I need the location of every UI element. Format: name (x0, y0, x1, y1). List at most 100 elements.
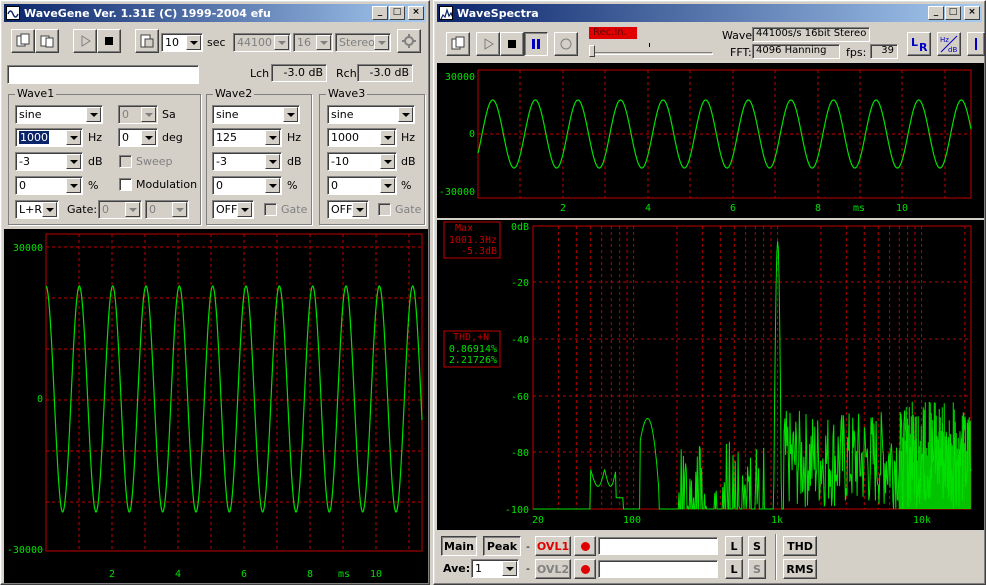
wave3-gate-checkbox[interactable] (378, 203, 391, 216)
wave2-level-input[interactable]: -3 (212, 152, 282, 171)
wave1-sa-select[interactable]: 0 (118, 105, 158, 124)
record-left-button[interactable] (574, 536, 596, 556)
max-level: -5.3dB (461, 246, 497, 257)
wavegene-titlebar[interactable]: WaveGene Ver. 1.31E (C) 1999-2004 efu _ … (4, 4, 426, 22)
bits-select[interactable]: 16 (293, 33, 333, 52)
minimize-icon[interactable]: _ (928, 6, 944, 20)
wave1-gate-off-select[interactable]: 0 (145, 200, 189, 219)
chevron-down-icon (274, 35, 289, 50)
wave3-switch-select[interactable]: OFF (327, 200, 369, 219)
ovl2-button[interactable]: OVL2 (535, 559, 571, 579)
hz-db-icon: Hz dB (940, 35, 957, 54)
ovl1-button[interactable]: OVL1 (535, 536, 571, 556)
x-tick-label: 1k (771, 515, 783, 526)
slider-thumb[interactable] (589, 45, 595, 57)
minimize-icon[interactable]: _ (372, 6, 388, 20)
wave1-freq-input[interactable]: 1000 (15, 128, 83, 147)
wave3-title: Wave3 (326, 87, 368, 100)
play-button[interactable] (73, 29, 97, 53)
wave1-channel-select[interactable]: L+R (15, 200, 59, 219)
settings-button[interactable] (967, 32, 985, 56)
save-file-left-input[interactable] (598, 537, 718, 555)
right-l-button[interactable]: L (725, 559, 743, 579)
pause-button[interactable] (524, 32, 548, 56)
play-button[interactable] (476, 32, 500, 56)
x-tick-label: 4 (175, 569, 181, 580)
spectrum-display[interactable]: 0dB -20 -40 -60 -80 -100 20 100 1k 10k M… (437, 220, 984, 530)
wave1-offset-input[interactable]: 0 (15, 176, 83, 195)
copy-settings-button[interactable] (11, 29, 35, 53)
record-button[interactable] (554, 32, 578, 56)
wavespectra-app-icon (439, 6, 453, 20)
settings-button[interactable] (397, 29, 421, 53)
x-tick-label: 2 (560, 203, 566, 214)
ave-select[interactable]: 1 (471, 559, 519, 578)
chevron-down-icon (265, 178, 280, 193)
wave1-phase-input[interactable]: 0 (118, 128, 158, 147)
chevron-down-icon (502, 561, 517, 576)
wave1-modulation-checkbox[interactable] (119, 178, 132, 191)
wave1-type-select[interactable]: sine (15, 105, 103, 124)
thd-value: 0.86914% (449, 344, 497, 355)
maximize-icon[interactable]: □ (389, 6, 405, 20)
play-icon (81, 35, 91, 47)
filename-input[interactable] (7, 65, 199, 84)
main-button[interactable]: Main (441, 536, 477, 556)
wave2-title: Wave2 (213, 87, 255, 100)
chevron-down-icon (237, 202, 252, 217)
wave3-offset-input[interactable]: 0 (327, 176, 397, 195)
record-right-button[interactable] (574, 559, 596, 579)
left-l-button[interactable]: L (725, 536, 743, 556)
wave1-level-input[interactable]: -3 (15, 152, 83, 171)
maximize-icon[interactable]: □ (945, 6, 961, 20)
copy-button[interactable] (446, 32, 470, 56)
lch-label: Lch (250, 67, 270, 80)
save-file-button[interactable] (135, 29, 159, 53)
wave1-gate-on-select[interactable]: 0 (98, 200, 142, 219)
y-tick-label: 0dB (511, 222, 529, 233)
wavegene-trace (45, 285, 423, 513)
chevron-down-icon (380, 178, 395, 193)
y-tick-label: -40 (511, 335, 529, 346)
chevron-down-icon (380, 154, 395, 169)
wavespectra-scope-plot: 30000 0 -30000 2 4 6 8 ms 10 (439, 69, 972, 214)
left-s-button[interactable]: S (748, 536, 766, 556)
y-tick-label: 30000 (445, 72, 475, 83)
paste-settings-button[interactable] (35, 29, 59, 53)
channels-select[interactable]: Stereo (335, 33, 391, 52)
wave2-gate-checkbox[interactable] (264, 203, 277, 216)
stop-button[interactable] (500, 32, 524, 56)
sample-rate-select[interactable]: 44100 (233, 33, 291, 52)
wavespectra-oscilloscope[interactable]: 30000 0 -30000 2 4 6 8 ms 10 (437, 63, 984, 218)
rms-button[interactable]: RMS (783, 559, 817, 579)
wave3-freq-input[interactable]: 1000 (327, 128, 397, 147)
paste-icon (40, 35, 54, 48)
wave3-level-input[interactable]: -10 (327, 152, 397, 171)
x-tick-label: 2 (109, 569, 115, 580)
peak-button[interactable]: Peak (483, 536, 521, 556)
close-icon[interactable]: × (408, 6, 424, 20)
wave2-switch-select[interactable]: OFF (212, 200, 254, 219)
chevron-down-icon (86, 107, 101, 122)
rec-level-slider[interactable] (589, 43, 713, 57)
x-tick-label: 10k (913, 515, 931, 526)
wave3-gate-label: Gate (395, 203, 422, 216)
wave2-freq-input[interactable]: 125 (212, 128, 282, 147)
duration-select[interactable]: 10 (161, 33, 203, 52)
wave3-type-select[interactable]: sine (327, 105, 415, 124)
wave2-offset-input[interactable]: 0 (212, 176, 282, 195)
wave-format-display: 44100s/s 16bit Stereo (752, 27, 870, 42)
wave1-gate-label: Gate: (67, 203, 98, 216)
wave2-type-select[interactable]: sine (212, 105, 300, 124)
wave1-sweep-checkbox[interactable] (119, 155, 132, 168)
rch-level-display: -3.0 dB (357, 64, 413, 82)
right-s-button[interactable]: S (748, 559, 766, 579)
lr-channel-button[interactable]: LR (907, 32, 931, 56)
thd-button[interactable]: THD (783, 536, 817, 556)
wavegene-oscilloscope[interactable]: 30000 0 -30000 2 4 6 8 ms 10 (4, 229, 428, 583)
wavespectra-titlebar[interactable]: WaveSpectra _ □ × (437, 4, 982, 22)
stop-button[interactable] (97, 29, 121, 53)
close-icon[interactable]: × (964, 6, 980, 20)
save-file-right-input[interactable] (598, 560, 718, 578)
hz-db-scale-button[interactable]: Hz dB (937, 32, 961, 56)
